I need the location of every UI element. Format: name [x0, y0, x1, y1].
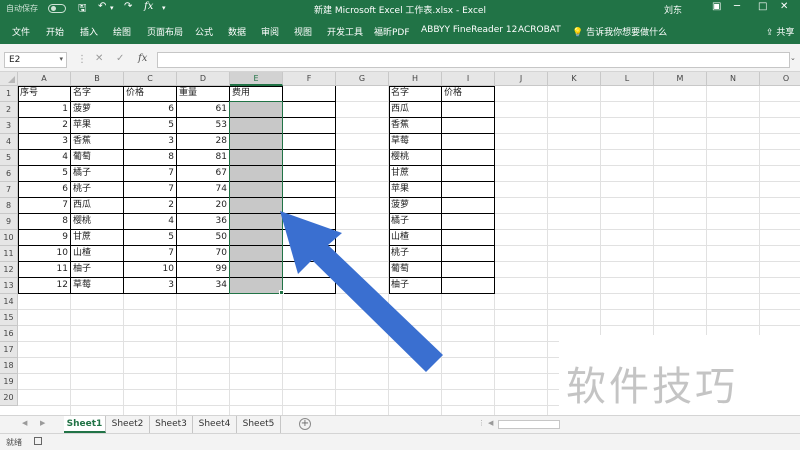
sheet-tab-sheet5[interactable]: Sheet5	[237, 416, 281, 433]
tab-split-grip-icon[interactable]: ⋮	[478, 419, 485, 427]
status-bar: 就绪	[0, 433, 800, 450]
sheet-tab-bar: ◀ ▶ Sheet1 Sheet2 Sheet3 Sheet4 Sheet5 +…	[0, 415, 800, 433]
macro-record-icon[interactable]	[34, 437, 42, 445]
status-ready: 就绪	[6, 438, 22, 447]
sheet-tab-sheet4[interactable]: Sheet4	[193, 416, 237, 433]
add-sheet-button[interactable]: +	[299, 418, 311, 430]
scroll-left-icon[interactable]: ◀	[488, 419, 493, 427]
horizontal-scrollbar[interactable]	[498, 420, 560, 429]
sheet-tab-sheet3[interactable]: Sheet3	[150, 416, 193, 433]
prev-sheet-icon[interactable]: ◀	[22, 419, 27, 427]
sheet-tab-sheet1[interactable]: Sheet1	[64, 416, 106, 433]
watermark-text: 软件技巧	[566, 364, 738, 410]
next-sheet-icon[interactable]: ▶	[40, 419, 45, 427]
sheet-tab-sheet2[interactable]: Sheet2	[106, 416, 150, 433]
blue-arrow-icon	[280, 211, 443, 372]
